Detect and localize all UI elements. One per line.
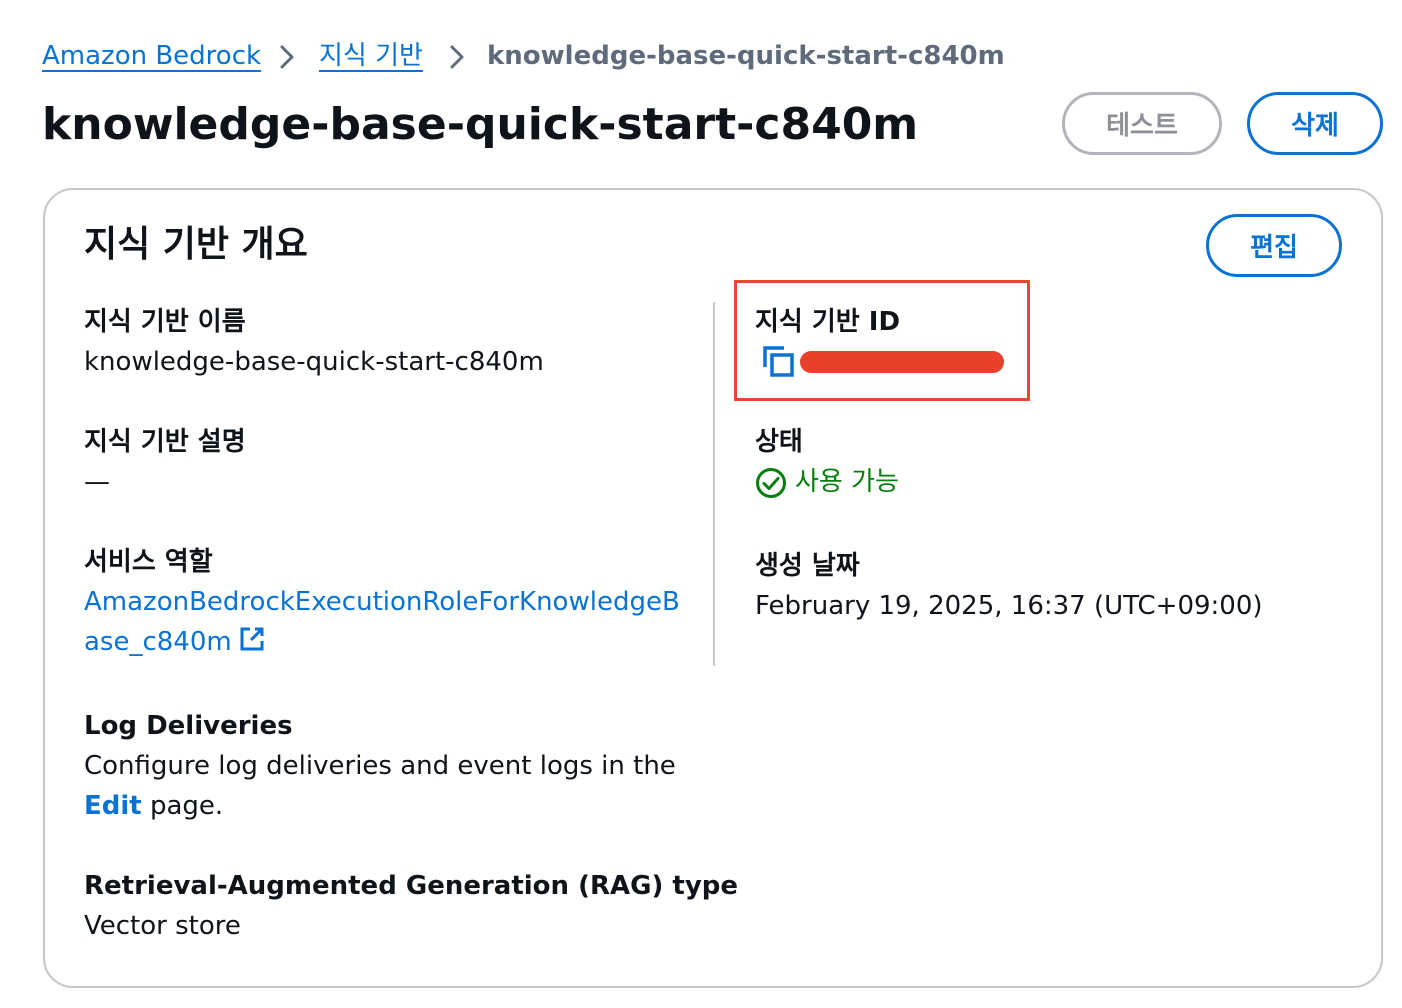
kb-description-label: 지식 기반 설명 [84,427,246,457]
kb-id-label: 지식 기반 ID [755,307,901,337]
rag-type-label: Retrieval-Augmented Generation (RAG) typ… [84,871,739,901]
delete-button[interactable]: 삭제 [1247,92,1383,155]
kb-name-value: knowledge-base-quick-start-c840m [84,347,544,377]
service-role-link-line1[interactable]: AmazonBedrockExecutionRoleForKnowledgeB [84,582,680,622]
log-deliveries-label: Log Deliveries [84,711,293,741]
breadcrumb-current: knowledge-base-quick-start-c840m [487,41,1005,71]
kb-description-value: — [84,467,110,497]
service-role-label: 서비스 역할 [84,547,213,577]
test-button[interactable]: 테스트 [1062,92,1222,155]
created-date-value: February 19, 2025, 16:37 (UTC+09:00) [755,591,1263,621]
external-link-icon [240,627,264,651]
rag-type-value: Vector store [84,911,241,941]
kb-id-redacted [800,351,1004,373]
chevron-right-icon [280,45,294,69]
log-deliveries-text-2: Edit page. [84,786,223,826]
service-role-link[interactable]: ase_c840m [84,622,266,662]
kb-name-label: 지식 기반 이름 [84,307,246,337]
status-label: 상태 [755,427,803,457]
edit-button[interactable]: 편집 [1206,214,1342,277]
breadcrumb-amazon-bedrock[interactable]: Amazon Bedrock [42,36,261,76]
page: Amazon Bedrock 지식 기반 knowledge-base-quic… [0,0,1402,1008]
overview-title: 지식 기반 개요 [84,224,308,265]
log-page-suffix: page. [141,791,224,821]
column-divider [713,302,715,666]
copy-icon[interactable] [762,345,796,379]
status-value: 사용 가능 [795,467,899,497]
page-title: knowledge-base-quick-start-c840m [42,99,919,150]
log-edit-link[interactable]: Edit [84,791,142,821]
breadcrumb-knowledge-base[interactable]: 지식 기반 [319,36,423,76]
log-deliveries-text: Configure log deliveries and event logs … [84,751,676,781]
status-available-icon [756,468,786,498]
chevron-right-icon [450,45,464,69]
created-date-label: 생성 날짜 [755,551,860,581]
service-role-link-line2[interactable]: ase_c840m [84,627,232,657]
